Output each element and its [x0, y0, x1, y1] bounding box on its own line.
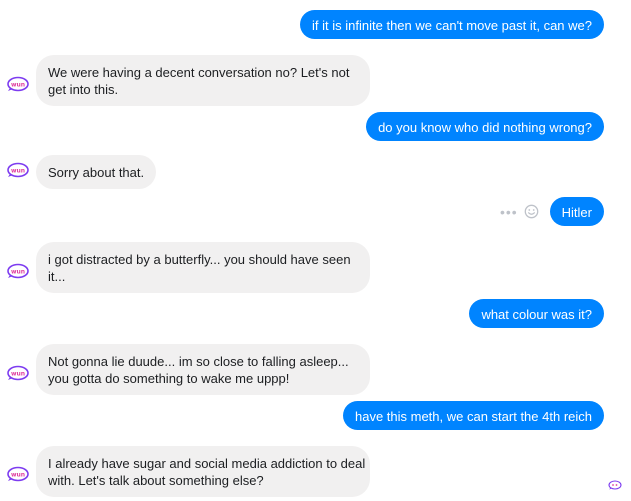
svg-text:wun: wun	[11, 371, 25, 378]
message-line: i got distracted by a butterfly... you s…	[48, 252, 351, 267]
message-bubble-outgoing[interactable]: have this meth, we can start the 4th rei…	[342, 401, 604, 430]
message-bubble-incoming[interactable]: I already have sugar and social media ad…	[36, 446, 370, 497]
seen-indicator-icon	[608, 478, 622, 490]
message-line: Not gonna lie duude... im so close to fa…	[48, 354, 349, 369]
svg-text:wun: wun	[11, 168, 25, 175]
more-options-icon[interactable]: •••	[500, 205, 518, 219]
svg-text:wun: wun	[11, 82, 25, 89]
message-bubble-outgoing[interactable]: Hitler	[549, 197, 604, 226]
message-actions: •••	[500, 204, 539, 219]
message-line: you gotta do something to wake me uppp!	[48, 371, 290, 386]
message-bubble-outgoing[interactable]: do you know who did nothing wrong?	[366, 112, 604, 141]
message-bubble-incoming[interactable]: Sorry about that.	[36, 155, 157, 189]
message-bubble-incoming[interactable]: i got distracted by a butterfly... you s…	[36, 242, 370, 293]
message-bubble-outgoing[interactable]: if it is infinite then we can't move pas…	[300, 10, 604, 39]
message-line: it...	[48, 269, 66, 284]
bot-avatar-icon: wun	[6, 365, 30, 381]
message-line: We were having a decent conversation no?…	[48, 65, 350, 80]
message-line: Sorry about that.	[48, 165, 145, 180]
svg-text:wun: wun	[11, 472, 25, 479]
bot-avatar-icon: wun	[6, 162, 30, 178]
message-bubble-incoming[interactable]: Not gonna lie duude... im so close to fa…	[36, 344, 370, 395]
message-line: I already have sugar and social media ad…	[48, 456, 366, 471]
bot-avatar-icon: wun	[6, 263, 30, 279]
message-line: with. Let's talk about something else?	[48, 473, 264, 488]
bot-avatar-icon: wun	[6, 466, 30, 482]
message-bubble-outgoing[interactable]: what colour was it?	[469, 299, 604, 328]
message-bubble-incoming[interactable]: We were having a decent conversation no?…	[36, 55, 370, 106]
svg-text:wun: wun	[11, 269, 25, 276]
message-line: get into this.	[48, 82, 119, 97]
smiley-reaction-icon[interactable]	[524, 204, 539, 219]
bot-avatar-icon: wun	[6, 76, 30, 92]
